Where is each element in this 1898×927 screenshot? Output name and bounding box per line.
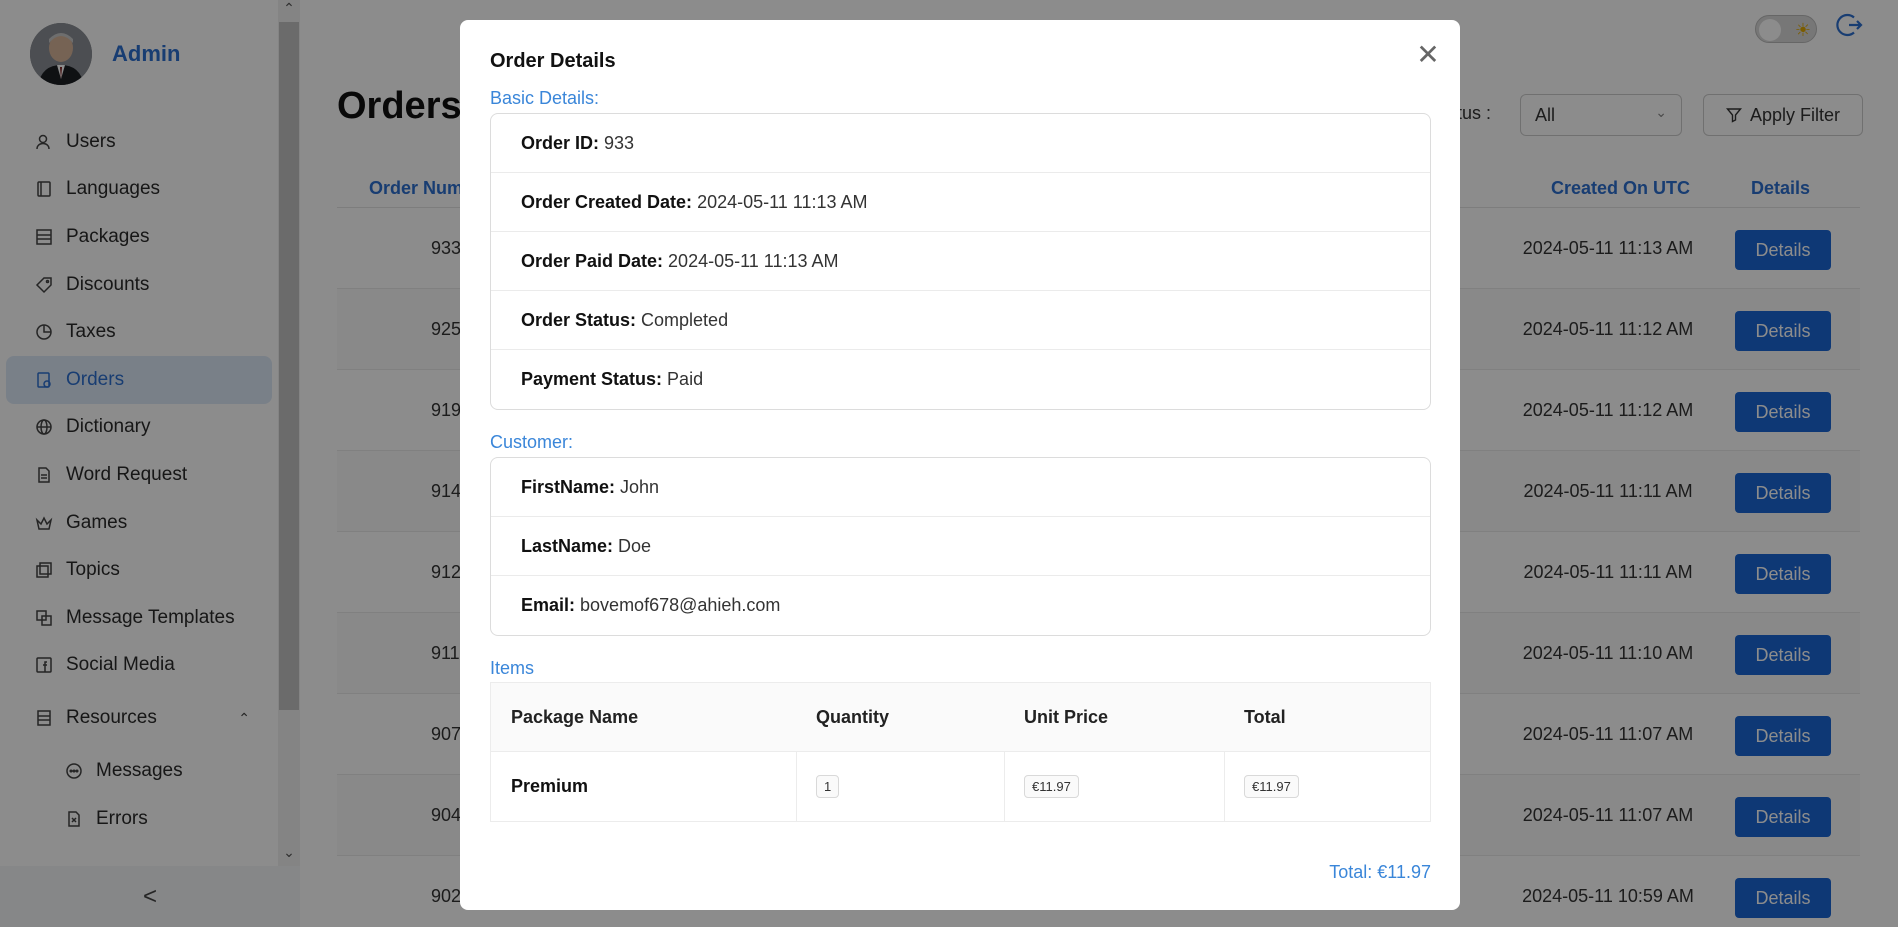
detail-value: 2024-05-11 11:13 AM (697, 191, 868, 212)
total-tag: €11.97 (1244, 775, 1299, 798)
detail-row-order-status: Order Status: Completed (491, 291, 1430, 350)
detail-row-email: Email: bovemof678@ahieh.com (491, 576, 1430, 635)
detail-key: Order Paid Date: (521, 250, 664, 271)
detail-key: Order Status: (521, 309, 637, 330)
col-unit-price: Unit Price (1024, 707, 1109, 727)
basic-details-label: Basic Details: (490, 88, 600, 108)
quantity-tag: 1 (816, 775, 840, 798)
detail-row-order-id: Order ID: 933 (491, 114, 1430, 173)
detail-key: Payment Status: (521, 369, 663, 389)
order-details-modal: Order Details ✕ Basic Details: Order ID:… (460, 20, 1460, 910)
detail-value: Completed (641, 309, 729, 330)
detail-value: John (620, 476, 660, 497)
customer-card: FirstName: John LastName: Doe Email: bovemo… (490, 457, 1431, 636)
detail-key: Order Created Date: (521, 191, 693, 212)
detail-row-first-name: FirstName: John (491, 458, 1430, 517)
detail-key: FirstName: (521, 476, 616, 497)
col-package-name: Package Name (511, 707, 639, 727)
col-quantity: Quantity (816, 707, 890, 727)
detail-row-payment-status: Payment Status: Paid (491, 350, 1430, 409)
col-total: Total (1244, 707, 1286, 727)
modal-title: Order Details (490, 50, 616, 72)
detail-value: 2024-05-11 11:13 AM (668, 250, 839, 271)
detail-value: bovemof678@ahieh.com (580, 595, 781, 615)
unit-price-cell: €11.97 (1004, 752, 1079, 821)
detail-row-created-date: Order Created Date: 2024-05-11 11:13 AM (491, 173, 1430, 232)
items-label: Items (490, 658, 535, 678)
basic-details-card: Order ID: 933 Order Created Date: 2024-05-… (490, 113, 1431, 410)
detail-key: Order ID: (521, 132, 600, 153)
items-table-header: Package Name Quantity Unit Price Total (491, 683, 1430, 752)
detail-row-last-name: LastName: Doe (491, 517, 1430, 576)
items-table: Package Name Quantity Unit Price Total P… (490, 682, 1431, 822)
detail-value: Doe (618, 535, 652, 556)
quantity-cell: 1 (796, 752, 840, 821)
detail-value: 933 (604, 132, 635, 153)
package-name-cell: Premium (511, 776, 589, 796)
total-cell: €11.97 (1224, 752, 1299, 821)
table-row: Premium 1 €11.97 €11.97 (491, 752, 1430, 821)
unit-price-tag: €11.97 (1024, 775, 1079, 798)
detail-row-paid-date: Order Paid Date: 2024-05-11 11:13 AM (491, 232, 1430, 291)
detail-key: Email: (521, 595, 576, 615)
close-icon[interactable]: ✕ (1413, 40, 1443, 70)
grand-total: Total: €11.97 (1329, 862, 1431, 882)
customer-label: Customer: (490, 432, 574, 452)
detail-key: LastName: (521, 535, 614, 556)
detail-value: Paid (667, 369, 704, 389)
